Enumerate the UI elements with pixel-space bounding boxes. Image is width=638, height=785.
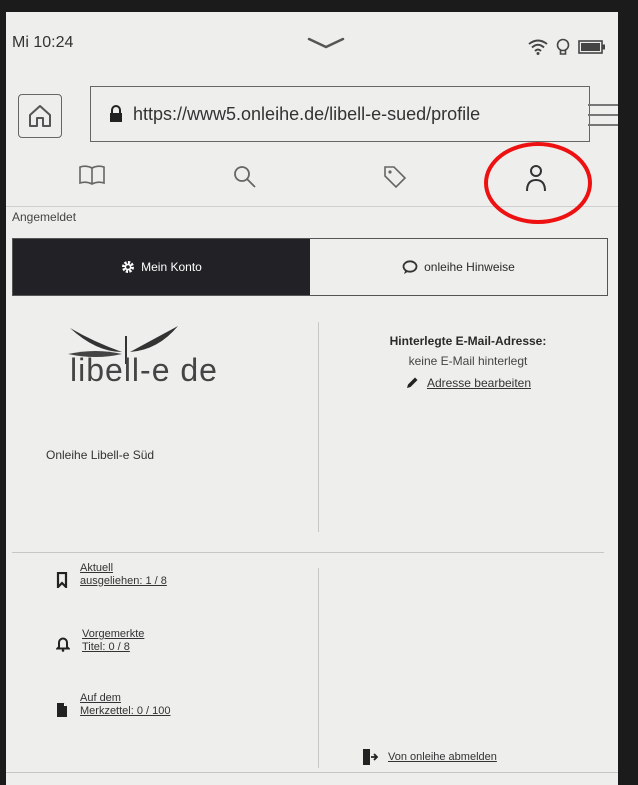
- library-name: Onleihe Libell-e Süd: [46, 448, 155, 462]
- email-value: keine E-Mail hinterlegt: [408, 354, 528, 368]
- battery-icon: [578, 40, 605, 54]
- bookmark-icon: [56, 572, 68, 588]
- pencil-icon: [406, 377, 418, 388]
- status-bar: Mi 10:24: [6, 12, 618, 64]
- lock-icon: [110, 105, 122, 122]
- browser-address-bar: https://www5.onleihe.de/libell-e-sued/pr…: [6, 84, 618, 146]
- logout-link[interactable]: Von onleihe abmelden: [362, 748, 497, 766]
- account-tabs: Mein Konto onleihe Hinweise: [12, 238, 608, 296]
- status-icons: [528, 38, 606, 56]
- edit-address-link[interactable]: Adresse bearbeiten: [328, 376, 608, 390]
- account-info-card: libell-e de Onleihe Libell-e Süd Hinterl…: [12, 308, 608, 552]
- stat-borrowed[interactable]: Aktuell ausgeliehen: 1 / 8: [56, 562, 167, 588]
- e-reader-screen: Mi 10:24 https://www5.onleihe.de/libell-…: [6, 12, 618, 785]
- stat-reserved[interactable]: Vorgemerkte Titel: 0 / 8: [56, 628, 144, 654]
- stat-reserved-link: Vorgemerkte Titel: 0 / 8: [82, 628, 145, 653]
- tab-mein-konto-label: Mein Konto: [141, 260, 202, 274]
- logout-label: Von onleihe abmelden: [388, 751, 497, 763]
- tab-onleihe-hinweise[interactable]: onleihe Hinweise: [310, 239, 607, 295]
- status-time: Mi 10:24: [12, 34, 74, 51]
- home-icon: [29, 105, 51, 127]
- chevron-down-icon[interactable]: [306, 36, 346, 55]
- url-text: https://www5.onleihe.de/libell-e-sued/pr…: [133, 103, 481, 124]
- wifi-icon: [528, 39, 548, 55]
- bell-icon: [56, 637, 70, 652]
- divider: [12, 552, 604, 553]
- divider: [318, 568, 319, 768]
- highlight-circle: [484, 142, 592, 224]
- tag-icon[interactable]: [382, 164, 408, 195]
- search-icon[interactable]: [232, 164, 258, 195]
- stat-borrowed-link: Aktuell ausgeliehen: 1 / 8: [80, 562, 167, 587]
- divider: [318, 322, 319, 532]
- tab-onleihe-hinweise-label: onleihe Hinweise: [424, 260, 515, 274]
- gear-icon: [122, 261, 135, 273]
- stat-watchlist-link: Auf dem Merkzettel: 0 / 100: [80, 692, 171, 717]
- edit-address-label: Adresse bearbeiten: [426, 376, 532, 390]
- speech-bubble-icon: [402, 259, 418, 274]
- logout-icon: [363, 749, 378, 765]
- document-icon: [57, 703, 67, 717]
- light-icon: [556, 38, 570, 55]
- home-button[interactable]: [18, 94, 62, 138]
- library-logo-text: libell-e de: [70, 352, 218, 388]
- email-section: Hinterlegte E-Mail-Adresse: keine E-Mail…: [328, 334, 608, 390]
- stat-watchlist[interactable]: Auf dem Merkzettel: 0 / 100: [56, 692, 171, 718]
- menu-button[interactable]: [588, 94, 618, 136]
- email-title: Hinterlegte E-Mail-Adresse:: [389, 334, 547, 348]
- logged-in-label: Angemeldet: [12, 210, 77, 224]
- divider: [6, 772, 618, 773]
- book-icon[interactable]: [78, 164, 106, 191]
- url-field[interactable]: https://www5.onleihe.de/libell-e-sued/pr…: [90, 86, 590, 142]
- tab-mein-konto[interactable]: Mein Konto: [13, 239, 310, 295]
